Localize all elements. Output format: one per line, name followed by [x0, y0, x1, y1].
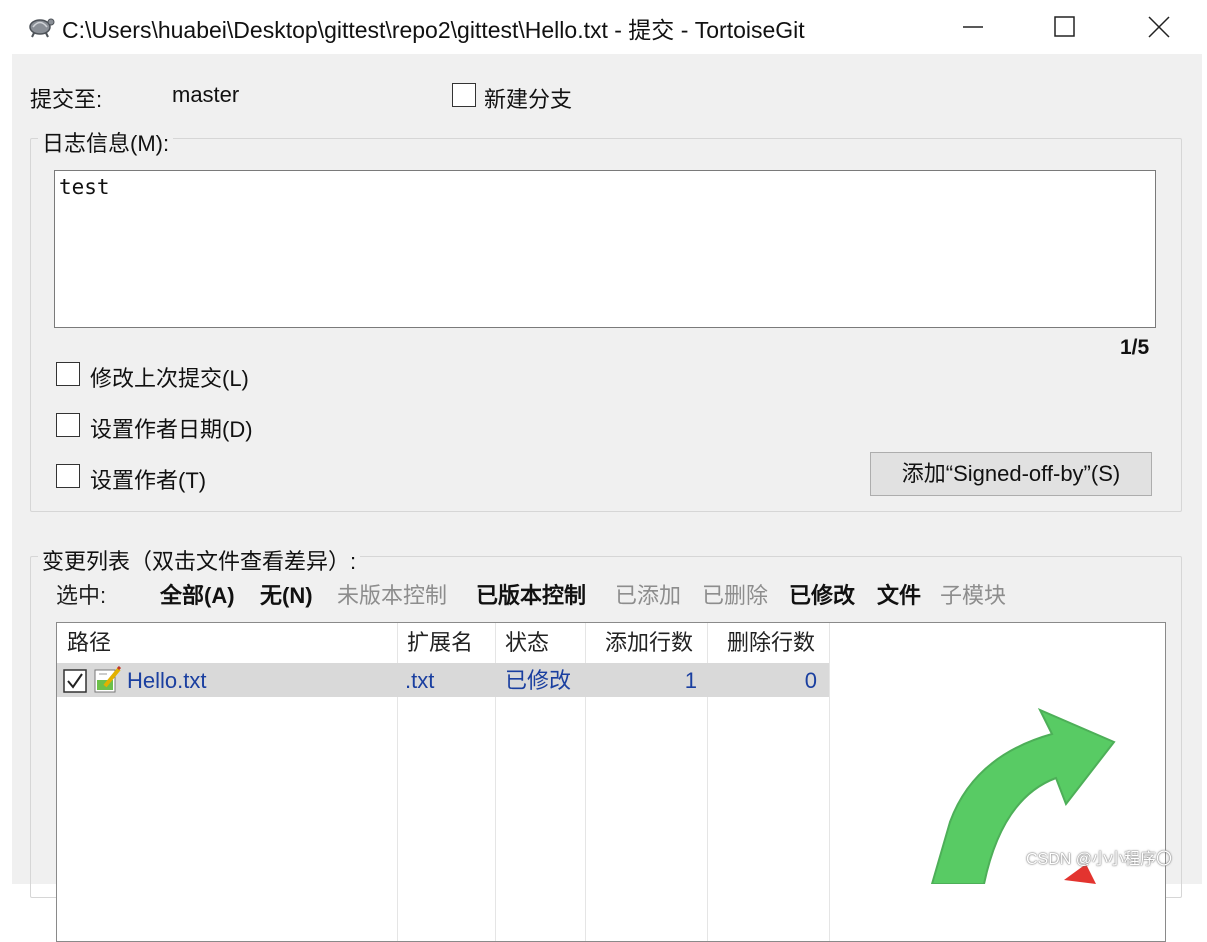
- close-icon: [1148, 16, 1170, 38]
- message-counter: 1/5: [1120, 336, 1150, 359]
- row-status: 已修改: [505, 668, 572, 693]
- new-branch-label: 新建分支: [484, 87, 573, 112]
- commit-to-label: 提交至:: [30, 87, 103, 112]
- select-label: 选中:: [56, 583, 107, 608]
- filter-versioned[interactable]: 已版本控制: [476, 578, 586, 610]
- window-title: C:\Users\huabei\Desktop\gittest\repo2\gi…: [62, 17, 805, 43]
- filter-deleted: 已删除: [702, 583, 769, 608]
- modified-file-icon: [94, 666, 121, 693]
- row-extension: .txt: [405, 668, 435, 693]
- row-lines-deleted: 0: [804, 668, 817, 693]
- filter-added: 已添加: [615, 583, 682, 608]
- minimize-icon: [963, 26, 983, 28]
- filter-submodules: 子模块: [940, 583, 1007, 608]
- maximize-button[interactable]: [1030, 0, 1098, 52]
- close-button[interactable]: [1124, 0, 1192, 52]
- watermark: CSDN @小小程序〇: [1026, 851, 1173, 868]
- branch-name: master: [172, 82, 240, 107]
- add-signoff-button[interactable]: 添加“Signed-off-by”(S): [870, 452, 1152, 496]
- row-checkbox[interactable]: [63, 669, 87, 693]
- tortoise-icon: [29, 18, 55, 38]
- filter-none[interactable]: 无(N): [260, 578, 313, 610]
- filter-modified[interactable]: 已修改: [789, 578, 855, 610]
- column-header-extension[interactable]: 扩展名: [407, 623, 474, 661]
- set-author-date-label: 设置作者日期(D): [90, 417, 253, 442]
- new-branch-checkbox[interactable]: [452, 83, 476, 107]
- set-author-label: 设置作者(T): [90, 468, 207, 493]
- set-author-date-checkbox[interactable]: [56, 413, 80, 437]
- log-message-label: 日志信息(M):: [38, 126, 174, 158]
- minimize-button[interactable]: [938, 0, 1006, 52]
- commit-dialog: 提交至: master 新建分支 日志信息(M): test 1/5 修改上次提…: [12, 54, 1202, 942]
- maximize-icon: [1054, 16, 1075, 37]
- row-path: Hello.txt: [127, 668, 207, 693]
- filter-all[interactable]: 全部(A): [160, 578, 235, 610]
- filter-unversioned: 未版本控制: [337, 583, 448, 608]
- title-bar: C:\Users\huabei\Desktop\gittest\repo2\gi…: [0, 0, 1207, 52]
- log-message-input[interactable]: test: [54, 170, 1156, 328]
- row-lines-added: 1: [684, 668, 697, 693]
- set-author-checkbox[interactable]: [56, 464, 80, 488]
- filter-files[interactable]: 文件: [877, 578, 921, 610]
- column-header-path[interactable]: 路径: [67, 623, 112, 661]
- column-header-lines-added[interactable]: 添加行数: [605, 623, 694, 661]
- amend-checkbox[interactable]: [56, 362, 80, 386]
- column-header-lines-deleted[interactable]: 删除行数: [727, 623, 816, 661]
- amend-label: 修改上次提交(L): [90, 366, 249, 391]
- change-list-label: 变更列表（双击文件查看差异）:: [38, 544, 361, 576]
- column-header-status[interactable]: 状态: [505, 623, 550, 661]
- log-message-text: test: [59, 175, 110, 199]
- column-separator: [829, 623, 830, 941]
